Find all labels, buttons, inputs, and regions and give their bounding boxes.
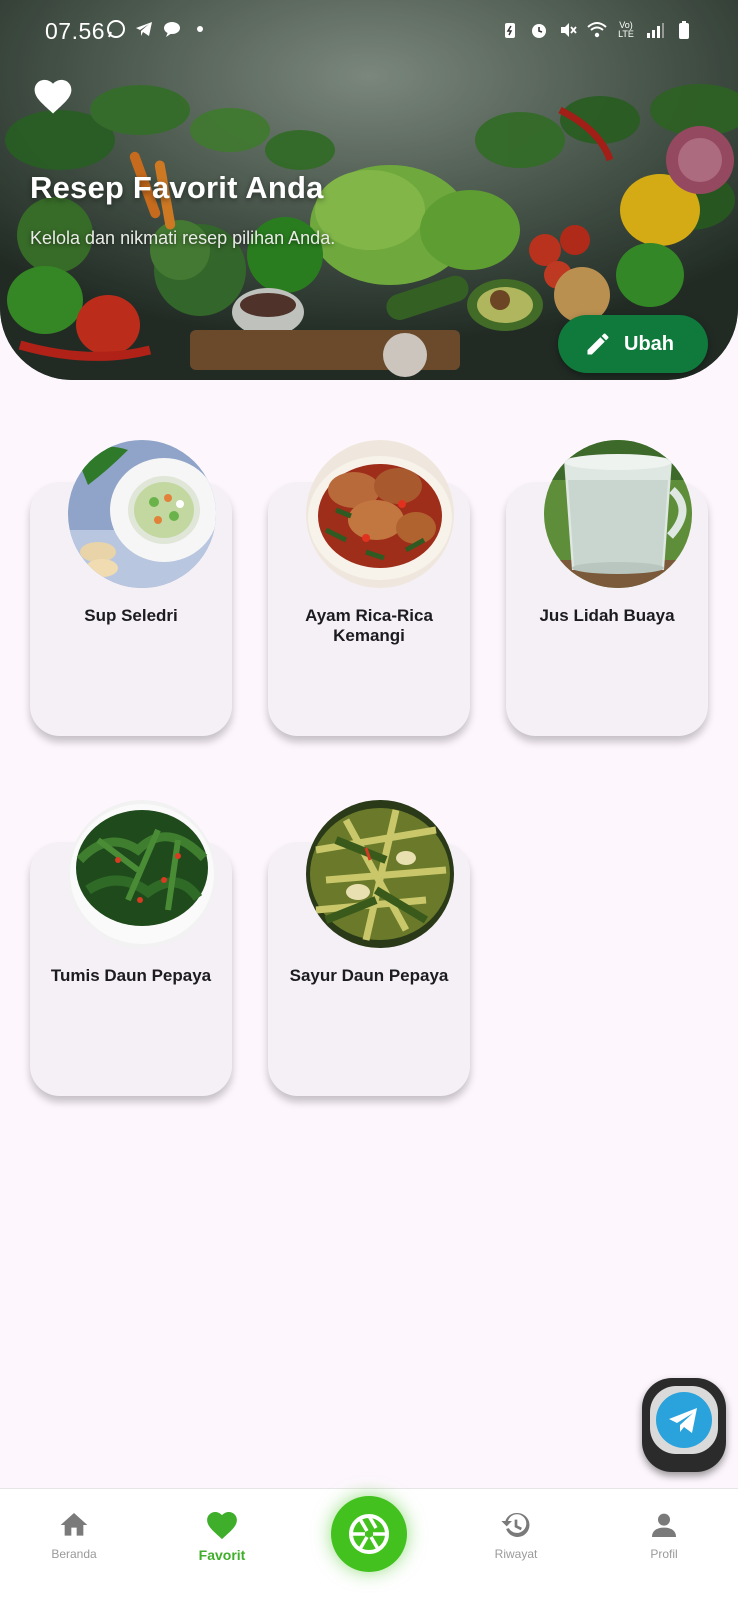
- history-icon: [501, 1512, 530, 1537]
- volte-icon: Vo) LTE: [618, 20, 634, 39]
- status-time: 07.56: [45, 18, 106, 44]
- recipe-image[interactable]: [306, 800, 454, 948]
- nav-item-profil[interactable]: Profil: [604, 1489, 724, 1600]
- signal-icon: [647, 23, 664, 38]
- telegram-icon: [136, 22, 152, 36]
- battery-icon: [679, 21, 689, 39]
- heart-icon: [207, 1511, 237, 1540]
- person-icon: [652, 1513, 676, 1537]
- status-bar: 07.56 Vo) LTE: [0, 0, 738, 62]
- recipe-name: Sup Seledri: [84, 606, 178, 625]
- wifi-icon: [587, 22, 607, 38]
- camera-aperture-icon: [349, 1514, 389, 1554]
- telegram-floating-button[interactable]: [642, 1378, 726, 1472]
- nav-item-favorit[interactable]: Favorit: [162, 1489, 282, 1600]
- alarm-icon: [532, 24, 546, 38]
- home-icon: [60, 1513, 88, 1536]
- recipe-image[interactable]: [544, 440, 692, 588]
- heart-icon: [34, 79, 72, 114]
- nav-label: Riwayat: [494, 1547, 538, 1561]
- nav-item-beranda[interactable]: Beranda: [14, 1489, 134, 1600]
- page-subtitle: Kelola dan nikmati resep pilihan Anda.: [30, 228, 336, 248]
- chat-bubble-icon: [164, 22, 180, 37]
- recipe-name: Tumis Daun Pepaya: [50, 966, 212, 985]
- recipe-image[interactable]: [68, 800, 216, 948]
- nav-label: Profil: [650, 1547, 678, 1561]
- dot-icon: [197, 26, 203, 32]
- telegram-icon: [656, 1392, 712, 1448]
- battery-saver-icon: [505, 23, 515, 38]
- whatsapp-icon: [107, 20, 125, 38]
- edit-button[interactable]: Ubah: [558, 315, 708, 373]
- page-title: Resep Favorit Anda: [30, 170, 324, 205]
- nav-item-riwayat[interactable]: Riwayat: [456, 1489, 576, 1600]
- recipe-name: Jus Lidah Buaya: [539, 606, 675, 625]
- mute-icon: [561, 23, 577, 37]
- nav-label: Beranda: [51, 1547, 97, 1561]
- recipe-image[interactable]: [68, 440, 216, 588]
- nav-label: Favorit: [198, 1547, 246, 1563]
- hero-banner: 07.56 Vo) LTE Resep Favorit Anda Kelola …: [0, 0, 738, 380]
- scan-camera-button[interactable]: [331, 1496, 407, 1572]
- recipe-name: Sayur Daun Pepaya: [289, 966, 449, 985]
- pencil-icon: [587, 333, 609, 355]
- edit-button-label: Ubah: [624, 332, 674, 355]
- recipe-image[interactable]: [306, 440, 454, 588]
- recipe-name: Ayam Rica-Rica Kemangi: [305, 606, 433, 645]
